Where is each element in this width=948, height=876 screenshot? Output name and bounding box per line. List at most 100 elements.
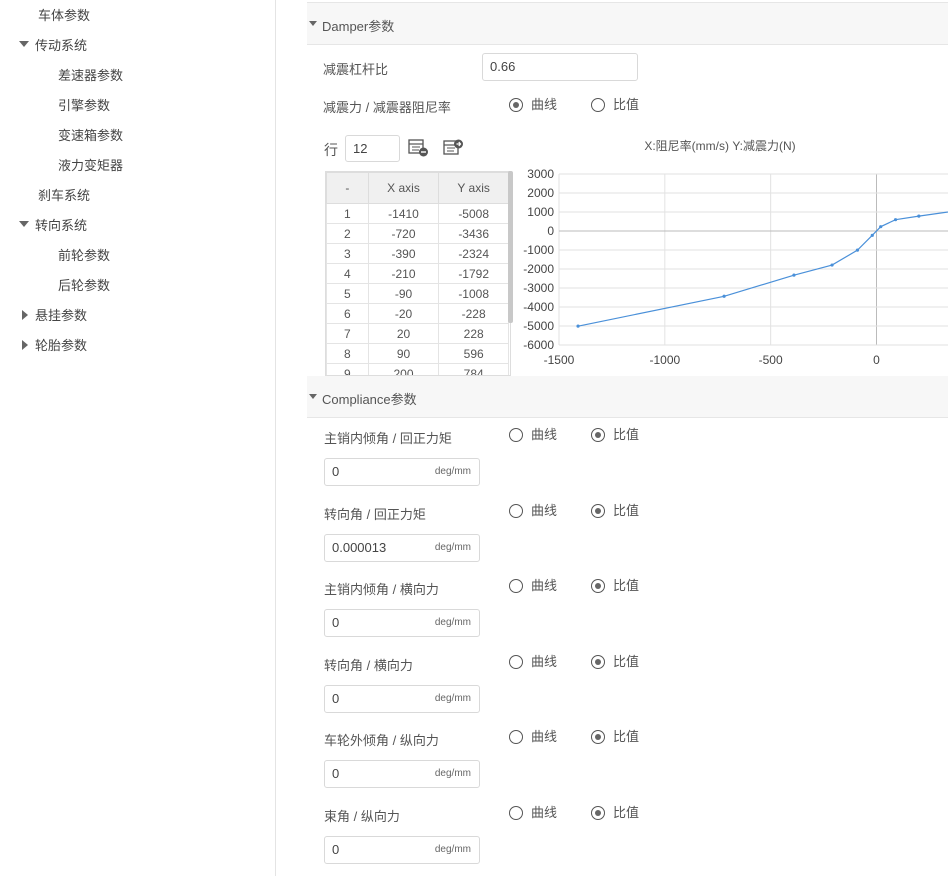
- table-cell[interactable]: 3: [326, 243, 369, 264]
- table-row[interactable]: 4 -210 -1792: [326, 263, 509, 284]
- table-cell[interactable]: 200: [367, 363, 440, 375]
- input-value: 0: [332, 464, 340, 479]
- table-row[interactable]: 9 200 784: [326, 363, 509, 375]
- table-row[interactable]: 6 -20 -228: [326, 303, 509, 324]
- y-tick-label: -4000: [523, 300, 554, 314]
- compliance-item-label: 主销内倾角 / 回正力矩: [324, 431, 452, 446]
- x-tick-label: 0: [873, 353, 880, 367]
- radio-label: 比值: [613, 503, 640, 518]
- sidebar-item-gearbox[interactable]: 变速箱参数: [58, 126, 123, 146]
- sidebar-item-label: 刹车系统: [38, 188, 91, 203]
- rows-input[interactable]: 12: [345, 135, 400, 162]
- table-cell[interactable]: 90: [367, 343, 440, 364]
- radio-label: 比值: [613, 805, 640, 820]
- radio-selected-dot: [595, 583, 601, 589]
- radio-selected-dot: [595, 734, 601, 740]
- compliance-item-label: 车轮外倾角 / 纵向力: [324, 733, 439, 748]
- sidebar-item-label: 悬挂参数: [35, 308, 88, 323]
- table-cell[interactable]: 8: [326, 343, 369, 364]
- compliance-value-input[interactable]: 0 deg/mm: [324, 836, 480, 864]
- table-row[interactable]: 2 -720 -3436: [326, 223, 509, 244]
- compliance-value-input[interactable]: 0 deg/mm: [324, 458, 480, 486]
- table-cell[interactable]: 6: [326, 303, 369, 324]
- sidebar-item-engine[interactable]: 引擎参数: [58, 96, 110, 116]
- compliance-section-header[interactable]: Compliance参数: [307, 376, 948, 418]
- table-cell[interactable]: 20: [367, 323, 440, 344]
- sidebar-item-suspension[interactable]: 悬挂参数: [35, 306, 87, 326]
- y-tick-label: -5000: [523, 319, 554, 333]
- table-cell[interactable]: -1792: [438, 263, 509, 284]
- table-row[interactable]: 7 20 228: [326, 323, 509, 344]
- table-row[interactable]: 5 -90 -1008: [326, 283, 509, 304]
- table-cell[interactable]: -210: [367, 263, 440, 284]
- collapse-arrow-icon[interactable]: [22, 310, 28, 320]
- radio-label: 比值: [613, 729, 640, 744]
- sidebar-item-front-wheel[interactable]: 前轮参数: [58, 246, 110, 266]
- table-scrollbar[interactable]: [508, 171, 513, 323]
- x-tick-label: -1500: [544, 353, 575, 367]
- sidebar-item-label: 车体参数: [38, 8, 91, 23]
- table-cell[interactable]: 4: [326, 263, 369, 284]
- table-cell[interactable]: 9: [326, 363, 369, 375]
- remove-row-icon[interactable]: [443, 138, 465, 158]
- sidebar-item-drivetrain[interactable]: 传动系统: [35, 36, 87, 56]
- table-cell[interactable]: -2324: [438, 243, 509, 264]
- table-cell[interactable]: -1410: [367, 203, 440, 224]
- sidebar-item-label: 前轮参数: [58, 248, 111, 263]
- collapse-section-icon: [309, 21, 317, 26]
- table-cell[interactable]: -90: [367, 283, 440, 304]
- radio-label: 曲线: [531, 97, 558, 112]
- data-point: [792, 273, 796, 277]
- table-cell[interactable]: -390: [367, 243, 440, 264]
- table-cell[interactable]: 228: [438, 323, 509, 344]
- compliance-value-input[interactable]: 0.000013 deg/mm: [324, 534, 480, 562]
- sidebar-item-rear-wheel[interactable]: 后轮参数: [58, 276, 110, 296]
- table-cell[interactable]: 5: [326, 283, 369, 304]
- y-tick-label: -1000: [523, 243, 554, 257]
- sidebar-item-brakes[interactable]: 刹车系统: [38, 186, 90, 206]
- radio-label: 曲线: [531, 805, 558, 820]
- y-tick-label: 2000: [527, 186, 554, 200]
- sidebar-item-steering[interactable]: 转向系统: [35, 216, 87, 236]
- table-cell[interactable]: 2: [326, 223, 369, 244]
- y-tick-label: 3000: [527, 167, 554, 181]
- table-cell[interactable]: 1: [326, 203, 369, 224]
- table-header-row: - X axis Y axis: [326, 172, 509, 204]
- compliance-value-input[interactable]: 0 deg/mm: [324, 685, 480, 713]
- radio-label: 比值: [613, 427, 640, 442]
- damper-section-header[interactable]: Damper参数: [307, 3, 948, 45]
- sidebar-tree: 车体参数 传动系统 差速器参数 引擎参数 变速箱参数 液力变矩器 刹车系统 转向…: [0, 0, 276, 876]
- table-cell[interactable]: -1008: [438, 283, 509, 304]
- damper-force-label: 减震力 / 减震器阻尼率: [323, 100, 451, 115]
- sidebar-item-torque-converter[interactable]: 液力变矩器: [58, 156, 123, 176]
- x-tick-label: -500: [759, 353, 783, 367]
- table-cell[interactable]: -5008: [438, 203, 509, 224]
- compliance-value-input[interactable]: 0 deg/mm: [324, 609, 480, 637]
- table-row[interactable]: 1 -1410 -5008: [326, 203, 509, 224]
- compliance-value-input[interactable]: 0 deg/mm: [324, 760, 480, 788]
- damper-data-table[interactable]: - X axis Y axis 1 -1410 -5008 2 -720 -3436 3 -3…: [325, 171, 511, 376]
- table-cell[interactable]: 596: [438, 343, 509, 364]
- table-cell[interactable]: -20: [367, 303, 440, 324]
- table-row[interactable]: 3 -390 -2324: [326, 243, 509, 264]
- lever-ratio-input[interactable]: 0.66: [482, 53, 638, 81]
- expand-arrow-icon[interactable]: [19, 41, 29, 47]
- y-tick-label: -3000: [523, 281, 554, 295]
- data-point: [722, 294, 726, 298]
- sidebar-item-label: 差速器参数: [58, 68, 124, 83]
- sidebar-item-label: 轮胎参数: [35, 338, 88, 353]
- add-row-icon[interactable]: [408, 138, 430, 158]
- table-cell[interactable]: 784: [438, 363, 509, 375]
- sidebar-item-body-params[interactable]: 车体参数: [38, 6, 90, 26]
- table-cell[interactable]: -720: [367, 223, 440, 244]
- table-cell[interactable]: 7: [326, 323, 369, 344]
- collapse-arrow-icon[interactable]: [22, 340, 28, 350]
- sidebar-item-differential[interactable]: 差速器参数: [58, 66, 123, 86]
- sidebar-item-tires[interactable]: 轮胎参数: [35, 336, 87, 356]
- table-cell[interactable]: -228: [438, 303, 509, 324]
- expand-arrow-icon[interactable]: [19, 221, 29, 227]
- data-point: [893, 218, 898, 222]
- table-row[interactable]: 8 90 596: [326, 343, 509, 364]
- table-cell[interactable]: -3436: [438, 223, 509, 244]
- series-line: [577, 211, 948, 327]
